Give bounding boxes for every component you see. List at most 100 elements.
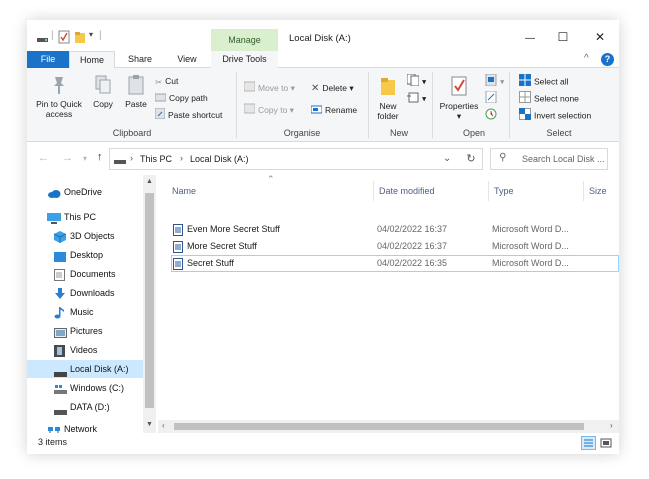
tab-manage[interactable]: Manage (211, 29, 278, 51)
history-button[interactable] (485, 108, 500, 122)
qat-separator: | (99, 30, 102, 41)
new-item-button[interactable]: ▾ (406, 73, 426, 88)
copy-path-button[interactable]: Copy path (154, 91, 208, 106)
forward-arrow-icon[interactable]: → (62, 152, 73, 164)
collapse-ribbon-icon[interactable]: ^ (584, 53, 589, 64)
ribbon: Pin to Quick access Copy Paste ✂ Cut Copy… (27, 68, 619, 142)
pin-to-quick-access-button[interactable]: Pin to Quick access (30, 74, 88, 119)
tree-item-pictures[interactable]: Pictures (27, 322, 143, 340)
tree-item-local-disk-a[interactable]: Local Disk (A:) (27, 360, 143, 378)
tree-item-videos[interactable]: Videos (27, 341, 143, 359)
edit-button[interactable] (485, 90, 500, 105)
details-view-button[interactable] (581, 436, 596, 450)
file-row[interactable]: Secret Stuff 04/02/2022 16:35 Microsoft … (171, 255, 619, 272)
nav-pane-scroll-thumb[interactable] (145, 193, 154, 408)
select-all-button[interactable]: Select all (519, 74, 569, 88)
column-header-size[interactable]: Size (589, 181, 607, 201)
search-box[interactable]: ⚲ Search Local Disk ... (490, 148, 608, 170)
horizontal-scroll-thumb[interactable] (174, 423, 584, 430)
tree-item-onedrive[interactable]: OneDrive (27, 183, 143, 201)
refresh-button[interactable]: ↻ (460, 148, 483, 170)
breadcrumb-this-pc[interactable]: This PC (140, 154, 172, 164)
back-arrow-icon[interactable]: ← (38, 152, 49, 164)
tree-item-windows-c[interactable]: Windows (C:) (27, 379, 143, 397)
tab-view[interactable]: View (165, 51, 209, 68)
help-icon[interactable]: ? (601, 53, 614, 66)
nav-pane-scrollbar[interactable]: ▲ ▼ (143, 175, 156, 433)
copy-to-button[interactable]: Copy to ▾ (243, 103, 294, 117)
pin-icon (54, 77, 64, 94)
tree-item-label: Pictures (70, 326, 103, 336)
window-title: Local Disk (A:) (289, 33, 351, 44)
large-icons-view-button[interactable] (600, 437, 612, 451)
delete-button[interactable]: ✕ Delete ▾ (311, 81, 354, 95)
ribbon-group-divider (236, 72, 237, 138)
address-dropdown-chevron-icon[interactable]: ⌄ (443, 153, 451, 164)
column-divider[interactable] (373, 181, 374, 201)
paste-shortcut-button[interactable]: Paste shortcut (154, 107, 223, 123)
scroll-down-chevron-icon[interactable]: ▼ (146, 421, 153, 428)
invert-selection-button[interactable]: Invert selection (519, 108, 591, 122)
invert-selection-label: Invert selection (534, 110, 592, 121)
search-icon: ⚲ (499, 152, 507, 163)
tree-item-music[interactable]: Music (27, 303, 143, 321)
navigation-bar: ← → ▾ ↑ › This PC › Local Disk (A:) ⌄ ↻ … (27, 145, 619, 173)
tree-item-3d-objects[interactable]: 3D Objects (27, 227, 143, 245)
file-row[interactable]: More Secret Stuff 04/02/2022 16:37 Micro… (171, 238, 619, 255)
tree-item-documents[interactable]: Documents (27, 265, 143, 283)
scroll-left-chevron-icon[interactable]: ‹ (162, 421, 165, 430)
column-header-name[interactable]: Name (172, 181, 196, 201)
tree-item-network[interactable]: Network (27, 420, 143, 433)
properties-button[interactable]: Properties ▾ (437, 74, 481, 121)
large-icons-view-icon (600, 438, 612, 448)
rename-button[interactable]: Rename (310, 103, 357, 117)
file-row[interactable]: Even More Secret Stuff 04/02/2022 16:37 … (171, 221, 619, 238)
up-arrow-icon[interactable]: ↑ (97, 151, 103, 163)
scroll-up-chevron-icon[interactable]: ▲ (146, 178, 153, 185)
copy-button[interactable]: Copy (89, 74, 117, 109)
tab-file[interactable]: File (27, 51, 69, 68)
column-header-type[interactable]: Type (494, 181, 514, 201)
tab-home[interactable]: Home (69, 51, 115, 69)
open-button[interactable]: ▾ (485, 73, 504, 88)
minimize-button[interactable]: — (517, 28, 543, 46)
navigation-pane: OneDrive This PC 3D Objects Desktop Docu… (27, 175, 156, 433)
properties-check-icon[interactable] (58, 30, 70, 44)
paste-button[interactable]: Paste (121, 74, 151, 109)
cut-button[interactable]: ✂ Cut (155, 74, 178, 88)
close-button[interactable]: ✕ (587, 28, 613, 46)
file-list-horizontal-scrollbar[interactable]: ‹ › (158, 420, 619, 433)
group-label-select: Select (546, 128, 572, 138)
chevron-down-icon: ▾ (289, 105, 294, 115)
column-header-date-modified[interactable]: Date modified (379, 181, 435, 201)
breadcrumb-local-disk[interactable]: Local Disk (A:) (190, 154, 249, 164)
customize-qat-icon[interactable]: ▾ (89, 30, 93, 44)
recent-locations-chevron-icon[interactable]: ▾ (83, 154, 87, 163)
select-none-button[interactable]: Select none (519, 91, 579, 105)
tree-item-data-d[interactable]: DATA (D:) (27, 398, 143, 416)
copy-path-icon (154, 92, 167, 106)
column-divider[interactable] (488, 181, 489, 201)
new-folder-qat-icon[interactable] (74, 30, 86, 44)
move-to-button[interactable]: Move to ▾ (243, 81, 295, 95)
scroll-right-chevron-icon[interactable]: › (610, 421, 613, 430)
breadcrumb-separator-icon: › (130, 153, 133, 163)
tab-drive-tools[interactable]: Drive Tools (211, 51, 278, 68)
paste-shortcut-icon (154, 107, 166, 123)
tree-item-desktop[interactable]: Desktop (27, 246, 143, 264)
maximize-button[interactable]: ☐ (550, 28, 576, 46)
new-folder-button[interactable]: New folder (371, 74, 405, 121)
column-divider[interactable] (583, 181, 584, 201)
tab-share[interactable]: Share (119, 51, 161, 68)
paste-shortcut-label: Paste shortcut (168, 110, 223, 120)
tree-item-downloads[interactable]: Downloads (27, 284, 143, 302)
file-date-modified: 04/02/2022 16:35 (377, 258, 448, 268)
easy-access-button[interactable]: ▾ (407, 91, 426, 105)
address-bar[interactable]: › This PC › Local Disk (A:) ⌄ (109, 148, 483, 170)
easy-access-icon (407, 91, 419, 107)
tree-item-label: DATA (D:) (70, 402, 110, 412)
tree-item-label: This PC (64, 212, 97, 222)
status-bar: 3 items (27, 433, 619, 454)
tree-item-this-pc[interactable]: This PC (27, 208, 143, 226)
drive-icon[interactable] (36, 30, 49, 44)
